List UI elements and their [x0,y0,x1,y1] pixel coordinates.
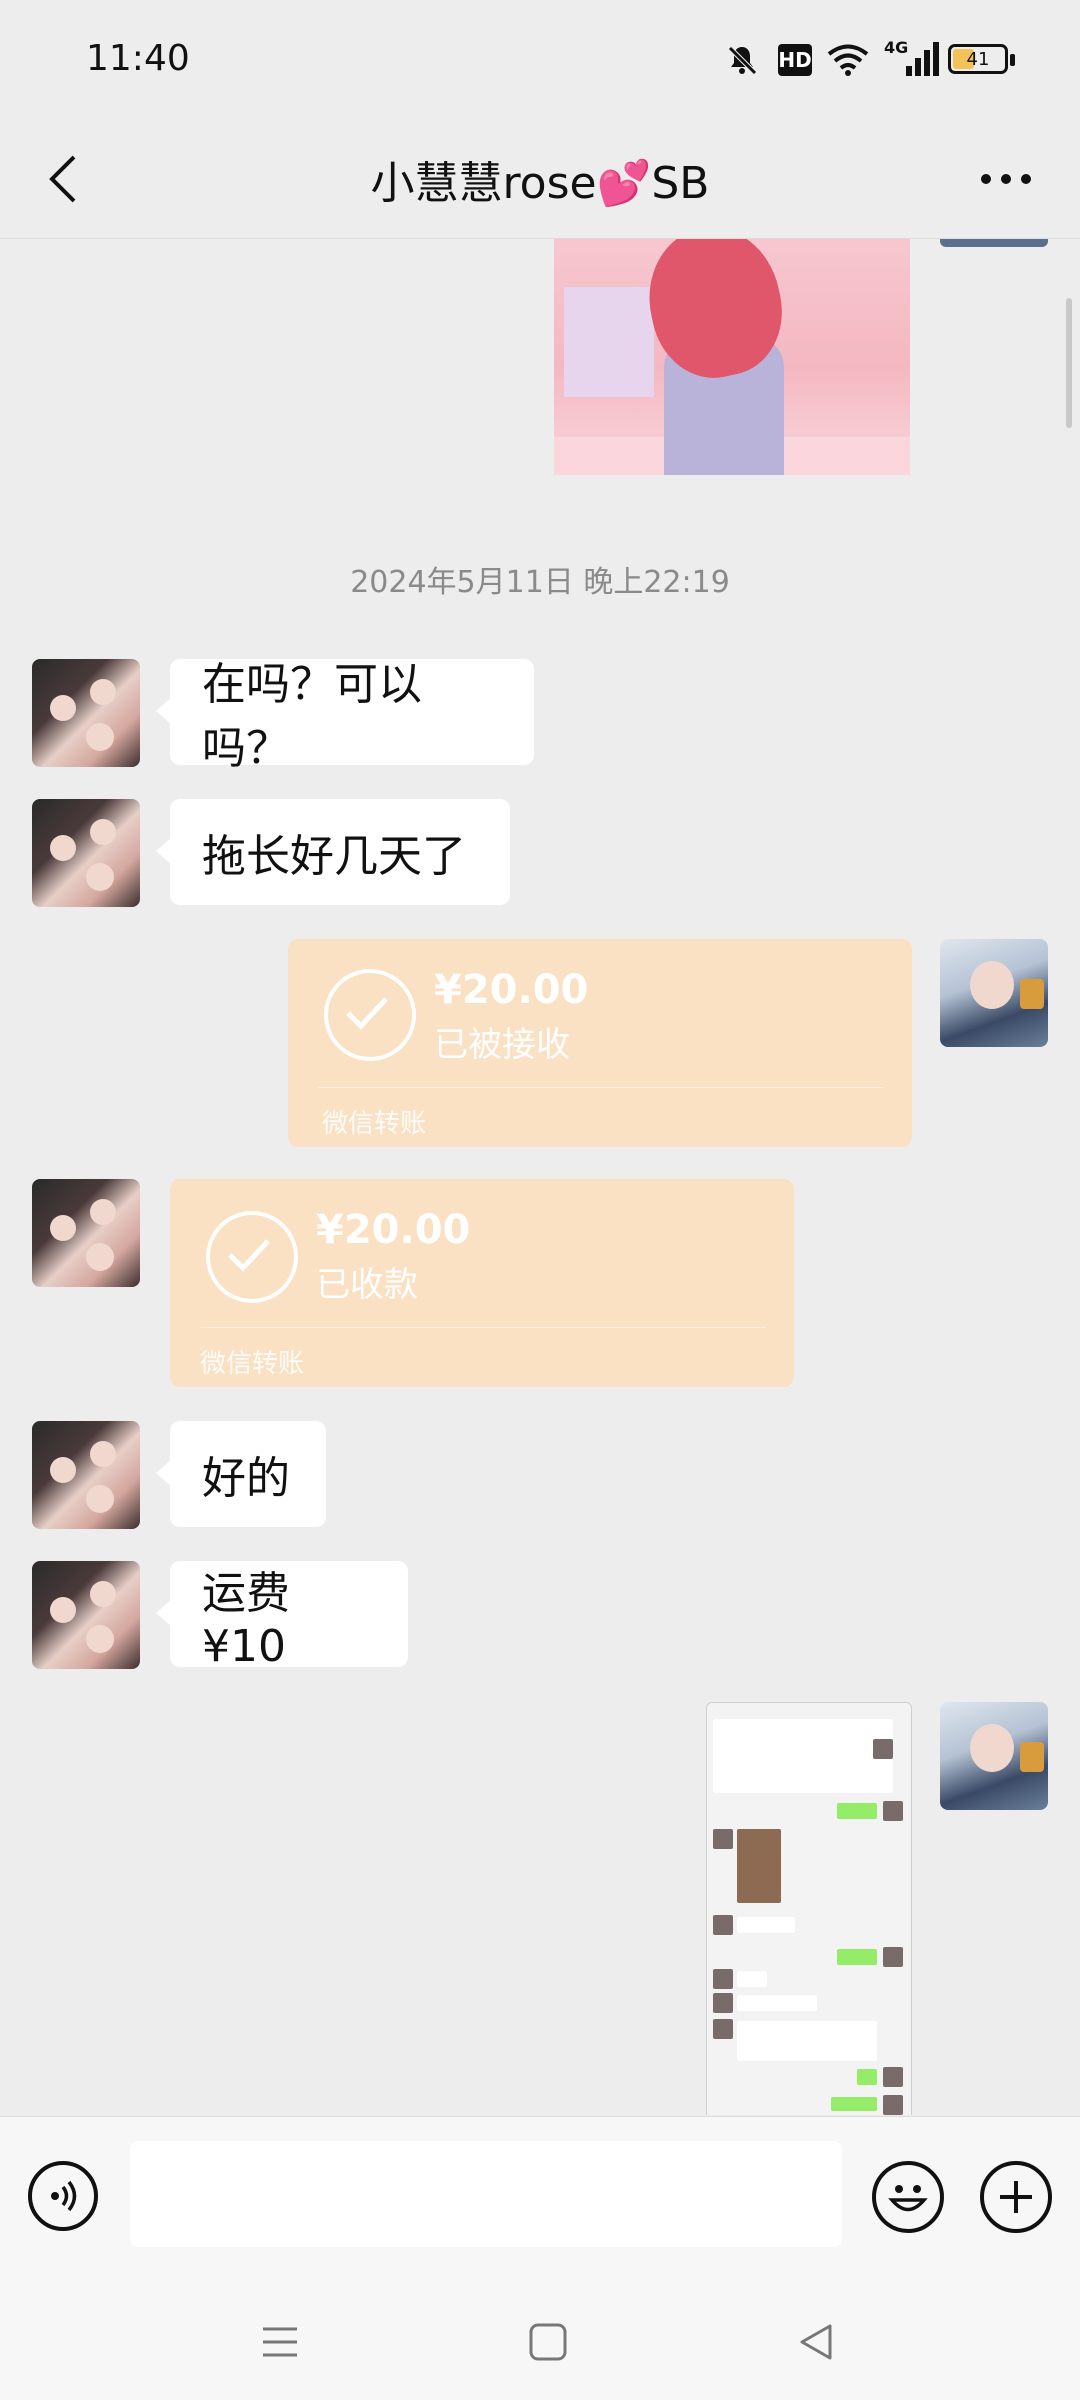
plus-icon[interactable] [980,2161,1052,2233]
chat-title: 小慧慧rose💕SB [370,158,710,209]
battery-tip [1010,54,1015,66]
status-bar: 11:40 HD 4G 41 [0,0,1080,120]
my-avatar[interactable] [940,1702,1048,1810]
menu-icon[interactable] [250,2312,310,2372]
message-text: 运费 ¥10 [202,1567,290,1672]
screenshot-image-message[interactable] [706,1702,912,2115]
chat-header: 小慧慧rose💕SB [0,120,1080,239]
text-message-bubble[interactable]: 拖长好几天了 [156,799,510,905]
contact-avatar[interactable] [32,1421,140,1529]
input-bar [0,2116,1080,2277]
transfer-amount: ¥20.00 [434,967,589,1013]
transfer-message-sent[interactable]: ¥20.00 已被接收 微信转账 [288,939,912,1147]
wifi-icon [826,40,870,80]
text-message-bubble[interactable]: 在吗？可以吗？ [156,659,534,774]
transfer-message-received[interactable]: ¥20.00 已收款 微信转账 [170,1179,794,1387]
contact-avatar[interactable] [32,1179,140,1287]
more-dots-icon[interactable] [976,152,1036,206]
battery-level: 41 [966,48,990,70]
contact-avatar[interactable] [32,659,140,767]
system-nav-bar [0,2276,1080,2400]
transfer-caption: 微信转账 [200,1349,305,1379]
message-timestamp: 2024年5月11日 晚上22:19 [350,565,730,600]
message-text: 在吗？可以吗？ [202,659,422,774]
transfer-amount: ¥20.00 [316,1207,471,1253]
hd-icon: HD [778,44,812,76]
status-time: 11:40 [86,38,190,79]
scrollbar[interactable] [1066,298,1072,428]
check-circle-icon [206,1211,298,1303]
chat-messages[interactable]: 2024年5月11日 晚上22:19 在吗？可以吗？ 拖长好几天了 ¥20.00… [0,239,1080,2115]
contact-avatar[interactable] [32,1561,140,1669]
avatar[interactable] [940,239,1048,247]
emoji-icon[interactable] [872,2161,944,2233]
check-circle-icon [324,969,416,1061]
message-text: 好的 [202,1453,290,1504]
mute-icon [722,40,762,80]
transfer-caption: 微信转账 [322,1109,427,1139]
4g-signal-icon: 4G [884,38,940,82]
back-chevron-icon[interactable] [36,152,90,206]
message-text: 拖长好几天了 [202,831,466,882]
image-message[interactable] [554,239,910,475]
contact-avatar[interactable] [32,799,140,907]
my-avatar[interactable] [940,939,1048,1047]
back-triangle-icon[interactable] [786,2312,846,2372]
transfer-status: 已被接收 [434,1025,570,1065]
home-square-icon[interactable] [518,2312,578,2372]
text-message-bubble[interactable]: 好的 [156,1421,326,1527]
voice-icon[interactable] [28,2161,98,2231]
transfer-status: 已收款 [316,1265,418,1305]
text-message-bubble[interactable]: 运费 ¥10 [156,1561,408,1672]
message-input[interactable] [130,2141,842,2247]
battery-icon: 41 [948,44,1008,74]
